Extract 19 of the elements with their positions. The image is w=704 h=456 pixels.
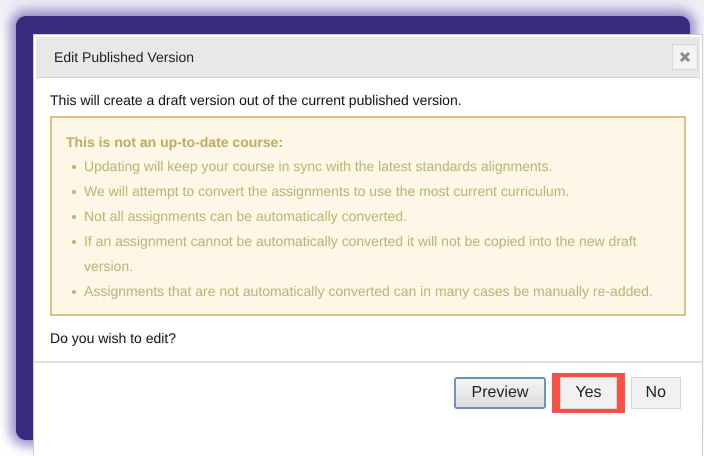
bullet-icon [72, 240, 76, 244]
warning-item: If an assignment cannot be automatically converted it will not be copied into the new draft version. [84, 232, 638, 276]
warning-heading: This is not an up-to-date course: [66, 134, 284, 150]
dialog-title: Edit Published Version [54, 49, 194, 65]
close-icon [679, 51, 691, 63]
dialog-button[interactable]: No [630, 377, 681, 409]
warning-item: Updating will keep your course in sync with the latest standards alignments. [84, 157, 552, 176]
warning-item: Not all assignments can be automatically converted. [84, 207, 407, 226]
intro-text: This will create a draft version out of the current published version. [50, 92, 463, 108]
warning-item: Assignments that are not automatically converted can in many cases be manually re-added. [84, 282, 653, 301]
bullet-icon [72, 215, 76, 219]
close-button[interactable] [672, 44, 698, 70]
dialog-button[interactable]: Yes [560, 377, 617, 409]
question-text: Do you wish to edit? [50, 330, 178, 346]
bullet-icon [72, 165, 76, 169]
bullet-icon [72, 290, 76, 294]
bullet-icon [72, 190, 76, 194]
dialog-button[interactable]: Preview [454, 377, 546, 409]
warning-item: We will attempt to convert the assignments to use the most current curriculum. [84, 182, 570, 201]
